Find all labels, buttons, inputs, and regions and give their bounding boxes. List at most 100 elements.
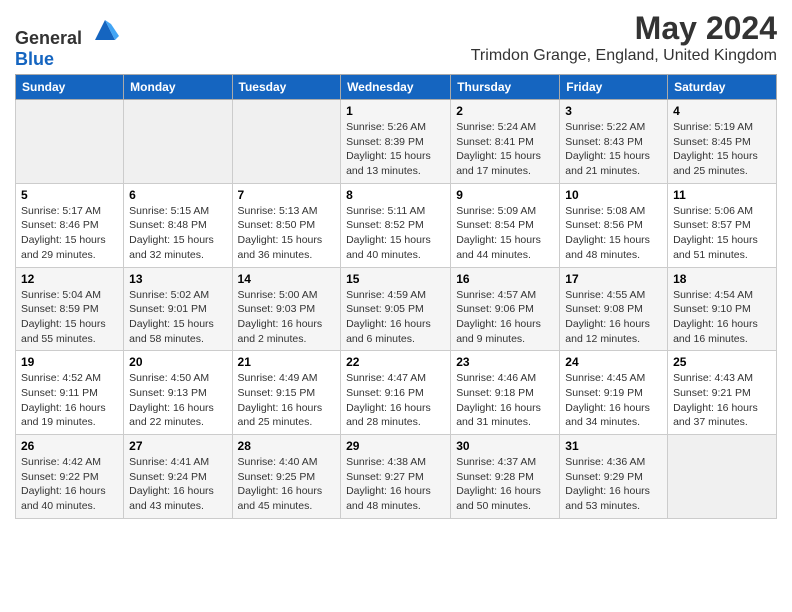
calendar-week-row: 19 Sunrise: 4:52 AM Sunset: 9:11 PM Dayli… — [16, 351, 777, 435]
day-info: Sunrise: 4:36 AM Sunset: 9:29 PM Dayligh… — [565, 455, 662, 514]
calendar-day-cell: 16 Sunrise: 4:57 AM Sunset: 9:06 PM Dayli… — [451, 267, 560, 351]
calendar-day-cell: 1 Sunrise: 5:26 AM Sunset: 8:39 PM Daylig… — [341, 100, 451, 184]
logo-blue: Blue — [15, 49, 54, 69]
day-info: Sunrise: 4:47 AM Sunset: 9:16 PM Dayligh… — [346, 371, 445, 430]
day-number: 28 — [238, 439, 336, 453]
day-number: 29 — [346, 439, 445, 453]
calendar-week-row: 5 Sunrise: 5:17 AM Sunset: 8:46 PM Daylig… — [16, 183, 777, 267]
day-of-week-header: Sunday — [16, 75, 124, 100]
day-number: 18 — [673, 272, 771, 286]
day-info: Sunrise: 5:19 AM Sunset: 8:45 PM Dayligh… — [673, 120, 771, 179]
calendar-day-cell — [668, 435, 777, 519]
day-info: Sunrise: 5:26 AM Sunset: 8:39 PM Dayligh… — [346, 120, 445, 179]
day-number: 11 — [673, 188, 771, 202]
day-number: 24 — [565, 355, 662, 369]
subtitle: Trimdon Grange, England, United Kingdom — [471, 47, 777, 65]
day-number: 19 — [21, 355, 118, 369]
day-info: Sunrise: 5:22 AM Sunset: 8:43 PM Dayligh… — [565, 120, 662, 179]
calendar-day-cell: 31 Sunrise: 4:36 AM Sunset: 9:29 PM Dayli… — [560, 435, 668, 519]
calendar-week-row: 26 Sunrise: 4:42 AM Sunset: 9:22 PM Dayli… — [16, 435, 777, 519]
day-number: 31 — [565, 439, 662, 453]
day-of-week-header: Saturday — [668, 75, 777, 100]
day-info: Sunrise: 5:09 AM Sunset: 8:54 PM Dayligh… — [456, 204, 554, 263]
calendar-day-cell: 8 Sunrise: 5:11 AM Sunset: 8:52 PM Daylig… — [341, 183, 451, 267]
day-of-week-header: Friday — [560, 75, 668, 100]
calendar-day-cell: 13 Sunrise: 5:02 AM Sunset: 9:01 PM Dayli… — [124, 267, 232, 351]
calendar-day-cell: 3Sunrise: 5:22 AM Sunset: 8:43 PM Daylig… — [560, 100, 668, 184]
logo-general: General — [15, 28, 82, 48]
day-info: Sunrise: 5:17 AM Sunset: 8:46 PM Dayligh… — [21, 204, 118, 263]
calendar-day-cell: 22 Sunrise: 4:47 AM Sunset: 9:16 PM Dayli… — [341, 351, 451, 435]
logo-text: General Blue — [15, 16, 119, 70]
day-info: Sunrise: 4:42 AM Sunset: 9:22 PM Dayligh… — [21, 455, 118, 514]
calendar-day-cell: 10Sunrise: 5:08 AM Sunset: 8:56 PM Dayli… — [560, 183, 668, 267]
day-info: Sunrise: 5:13 AM Sunset: 8:50 PM Dayligh… — [238, 204, 336, 263]
day-info: Sunrise: 4:50 AM Sunset: 9:13 PM Dayligh… — [129, 371, 226, 430]
calendar-day-cell: 14Sunrise: 5:00 AM Sunset: 9:03 PM Dayli… — [232, 267, 341, 351]
calendar-day-cell: 29 Sunrise: 4:38 AM Sunset: 9:27 PM Dayli… — [341, 435, 451, 519]
calendar-day-cell — [16, 100, 124, 184]
day-number: 16 — [456, 272, 554, 286]
logo: General Blue — [15, 16, 119, 70]
day-number: 6 — [129, 188, 226, 202]
calendar-day-cell: 28Sunrise: 4:40 AM Sunset: 9:25 PM Dayli… — [232, 435, 341, 519]
logo-icon — [91, 16, 119, 44]
day-info: Sunrise: 4:49 AM Sunset: 9:15 PM Dayligh… — [238, 371, 336, 430]
calendar-day-cell: 26 Sunrise: 4:42 AM Sunset: 9:22 PM Dayli… — [16, 435, 124, 519]
day-number: 20 — [129, 355, 226, 369]
day-number: 14 — [238, 272, 336, 286]
day-info: Sunrise: 4:38 AM Sunset: 9:27 PM Dayligh… — [346, 455, 445, 514]
day-info: Sunrise: 4:52 AM Sunset: 9:11 PM Dayligh… — [21, 371, 118, 430]
day-info: Sunrise: 4:43 AM Sunset: 9:21 PM Dayligh… — [673, 371, 771, 430]
calendar-day-cell: 6Sunrise: 5:15 AM Sunset: 8:48 PM Daylig… — [124, 183, 232, 267]
day-number: 8 — [346, 188, 445, 202]
day-number: 27 — [129, 439, 226, 453]
calendar-day-cell: 27 Sunrise: 4:41 AM Sunset: 9:24 PM Dayli… — [124, 435, 232, 519]
day-number: 12 — [21, 272, 118, 286]
day-number: 22 — [346, 355, 445, 369]
day-number: 7 — [238, 188, 336, 202]
main-title: May 2024 — [471, 10, 777, 47]
calendar-day-cell: 2Sunrise: 5:24 AM Sunset: 8:41 PM Daylig… — [451, 100, 560, 184]
day-number: 2 — [456, 104, 554, 118]
calendar-header-row: SundayMondayTuesdayWednesdayThursdayFrid… — [16, 75, 777, 100]
day-info: Sunrise: 4:59 AM Sunset: 9:05 PM Dayligh… — [346, 288, 445, 347]
day-info: Sunrise: 5:06 AM Sunset: 8:57 PM Dayligh… — [673, 204, 771, 263]
calendar-day-cell: 25 Sunrise: 4:43 AM Sunset: 9:21 PM Dayli… — [668, 351, 777, 435]
day-info: Sunrise: 4:41 AM Sunset: 9:24 PM Dayligh… — [129, 455, 226, 514]
day-info: Sunrise: 4:37 AM Sunset: 9:28 PM Dayligh… — [456, 455, 554, 514]
day-number: 17 — [565, 272, 662, 286]
calendar-week-row: 12 Sunrise: 5:04 AM Sunset: 8:59 PM Dayli… — [16, 267, 777, 351]
day-info: Sunrise: 4:54 AM Sunset: 9:10 PM Dayligh… — [673, 288, 771, 347]
day-info: Sunrise: 5:11 AM Sunset: 8:52 PM Dayligh… — [346, 204, 445, 263]
calendar-day-cell: 9 Sunrise: 5:09 AM Sunset: 8:54 PM Daylig… — [451, 183, 560, 267]
day-info: Sunrise: 4:55 AM Sunset: 9:08 PM Dayligh… — [565, 288, 662, 347]
title-area: May 2024 Trimdon Grange, England, United… — [471, 10, 777, 65]
calendar-day-cell: 20 Sunrise: 4:50 AM Sunset: 9:13 PM Dayli… — [124, 351, 232, 435]
day-number: 15 — [346, 272, 445, 286]
day-info: Sunrise: 4:46 AM Sunset: 9:18 PM Dayligh… — [456, 371, 554, 430]
day-info: Sunrise: 5:08 AM Sunset: 8:56 PM Dayligh… — [565, 204, 662, 263]
day-of-week-header: Monday — [124, 75, 232, 100]
day-info: Sunrise: 5:04 AM Sunset: 8:59 PM Dayligh… — [21, 288, 118, 347]
day-info: Sunrise: 4:57 AM Sunset: 9:06 PM Dayligh… — [456, 288, 554, 347]
day-number: 23 — [456, 355, 554, 369]
day-number: 4 — [673, 104, 771, 118]
day-number: 26 — [21, 439, 118, 453]
day-number: 1 — [346, 104, 445, 118]
calendar-day-cell: 4 Sunrise: 5:19 AM Sunset: 8:45 PM Daylig… — [668, 100, 777, 184]
day-of-week-header: Wednesday — [341, 75, 451, 100]
calendar-day-cell: 11 Sunrise: 5:06 AM Sunset: 8:57 PM Dayli… — [668, 183, 777, 267]
day-number: 5 — [21, 188, 118, 202]
calendar-week-row: 1 Sunrise: 5:26 AM Sunset: 8:39 PM Daylig… — [16, 100, 777, 184]
calendar-day-cell: 24Sunrise: 4:45 AM Sunset: 9:19 PM Dayli… — [560, 351, 668, 435]
day-number: 25 — [673, 355, 771, 369]
day-info: Sunrise: 5:02 AM Sunset: 9:01 PM Dayligh… — [129, 288, 226, 347]
calendar-day-cell — [124, 100, 232, 184]
calendar-day-cell: 12 Sunrise: 5:04 AM Sunset: 8:59 PM Dayli… — [16, 267, 124, 351]
day-number: 9 — [456, 188, 554, 202]
calendar-day-cell: 30Sunrise: 4:37 AM Sunset: 9:28 PM Dayli… — [451, 435, 560, 519]
day-number: 13 — [129, 272, 226, 286]
calendar-day-cell: 23 Sunrise: 4:46 AM Sunset: 9:18 PM Dayli… — [451, 351, 560, 435]
calendar-table: SundayMondayTuesdayWednesdayThursdayFrid… — [15, 74, 777, 519]
